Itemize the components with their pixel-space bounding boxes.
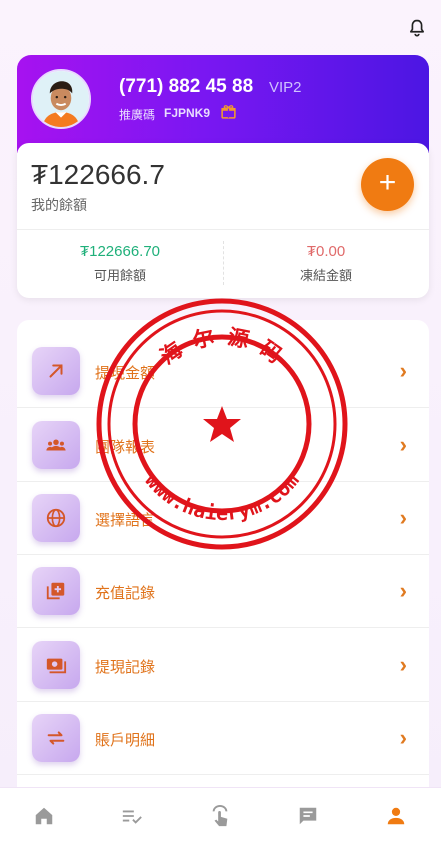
menu-item-withdraw[interactable]: 提現金額 › <box>17 335 429 408</box>
arrow-up-right-icon <box>32 347 80 395</box>
globe-icon <box>32 494 80 542</box>
phone-number: (771) 882 45 88 <box>119 76 254 97</box>
balance-label: 我的餘額 <box>31 197 87 213</box>
person-icon <box>387 807 405 825</box>
menu-item-withdraw-records[interactable]: 提現記錄 › <box>17 629 429 702</box>
message-icon <box>299 807 317 825</box>
frozen-value: ₮0.00 <box>306 243 346 260</box>
menu-item-label: 提現記錄 <box>95 659 156 676</box>
home-icon <box>35 807 53 825</box>
top-bar <box>0 0 441 50</box>
bottom-nav <box>0 787 441 844</box>
chevron-right-icon: › <box>399 358 407 383</box>
menu-item-label: 充值記錄 <box>95 585 156 602</box>
menu-item-label: 賬戶明細 <box>95 732 156 749</box>
list-check-icon <box>122 810 142 824</box>
team-icon <box>32 421 80 469</box>
recharge-button[interactable]: + <box>361 158 414 211</box>
available-balance: ₮122666.70 可用餘額 <box>17 243 223 284</box>
withdraw-record-icon <box>32 641 80 689</box>
tab-grab[interactable] <box>176 788 264 844</box>
menu-item-label: 選擇語言 <box>95 512 156 529</box>
menu-item-account-details[interactable]: 賬戶明細 › <box>17 702 429 775</box>
bell-icon[interactable] <box>407 17 427 39</box>
frozen-label: 凍結金額 <box>299 268 352 283</box>
add-record-icon <box>32 567 80 615</box>
chevron-right-icon: › <box>399 432 407 457</box>
avatar[interactable] <box>31 69 91 129</box>
touch-icon <box>212 805 228 827</box>
chevron-right-icon: › <box>399 578 407 603</box>
menu-item-recharge-records[interactable]: 充值記錄 › <box>17 555 429 628</box>
balance-card: ₮122666.7 我的餘額 + ₮122666.70 可用餘額 ₮0.00 凍… <box>17 143 429 298</box>
tab-tasks[interactable] <box>88 788 176 844</box>
tab-home[interactable] <box>0 788 88 844</box>
menu-item-language[interactable]: 選擇語言 › <box>17 482 429 555</box>
swap-icon <box>32 714 80 762</box>
available-label: 可用餘額 <box>93 268 146 283</box>
chevron-right-icon: › <box>399 725 407 750</box>
divider <box>17 229 429 230</box>
tab-messages[interactable] <box>264 788 352 844</box>
tab-profile[interactable] <box>352 788 440 844</box>
referral-label: 推廣碼 <box>119 108 156 122</box>
referral-code[interactable]: FJPNK9 <box>164 106 210 120</box>
chevron-right-icon: › <box>399 505 407 530</box>
profile-header: (771) 882 45 88 VIP2 推廣碼 FJPNK9 <box>17 55 429 153</box>
balance-amount: ₮122666.7 <box>31 159 165 190</box>
vip-level: VIP2 <box>269 79 302 96</box>
menu-item-label: 提現金額 <box>95 365 156 382</box>
menu-item-label: 團隊報表 <box>95 439 156 456</box>
frozen-balance: ₮0.00 凍結金額 <box>223 243 429 284</box>
available-value: ₮122666.70 <box>79 243 161 260</box>
menu-item-team-report[interactable]: 團隊報表 › <box>17 409 429 482</box>
gift-icon[interactable] <box>220 103 237 120</box>
menu-list: 提現金額 › 團隊報表 › 選擇語言 › 充值記錄 › 提現記錄 › 賬戶明細 … <box>17 320 429 800</box>
chevron-right-icon: › <box>399 652 407 677</box>
